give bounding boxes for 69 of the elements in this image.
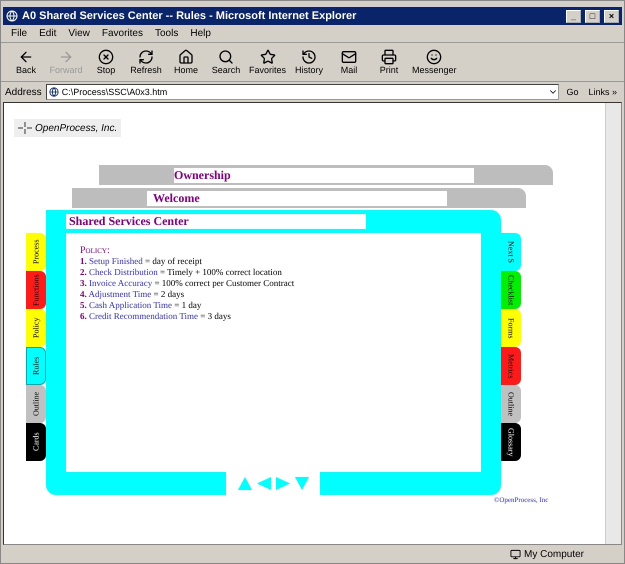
rule-line: 2. Check Distribution = Timely + 100% correct location [80, 267, 283, 278]
window-title: A0 Shared Services Center -- Rules - Microsoft Internet Explorer [22, 10, 358, 22]
page-title: Ownership [174, 168, 474, 182]
toolbar-button[interactable]: History [292, 49, 326, 75]
logo: OpenProcess, Inc. [14, 119, 122, 137]
frame-title: Shared Services Center [66, 214, 366, 229]
toolbar-button[interactable]: Print [372, 49, 406, 75]
side-tab[interactable]: Glossary [501, 423, 521, 461]
stop-icon [98, 49, 114, 65]
menu-item[interactable]: Edit [39, 28, 56, 39]
side-tab[interactable]: Forms [501, 309, 521, 347]
computer-icon [510, 548, 521, 560]
arrow-right-icon[interactable] [274, 476, 290, 491]
rule-line: 1. Setup Finished = day of receipt [80, 256, 203, 267]
rule-line: 4. Adjustment Time = 2 days [80, 289, 186, 300]
arrow-up-icon[interactable] [236, 476, 252, 491]
page-tab-bar[interactable]: Ownership [99, 165, 553, 185]
logo-icon [18, 122, 32, 134]
address-label: Address [5, 86, 42, 98]
menu-item[interactable]: Help [190, 28, 211, 39]
menu-item[interactable]: Tools [154, 28, 178, 39]
arrow-left-icon[interactable] [256, 476, 272, 491]
side-tab[interactable]: Policy [26, 309, 46, 347]
side-tab[interactable]: Process [26, 233, 46, 271]
history-icon [301, 49, 318, 65]
go-button[interactable]: Go [563, 87, 582, 97]
house-icon [178, 49, 194, 65]
links-button[interactable]: Links » [585, 87, 620, 97]
toolbar-button[interactable]: Back [9, 49, 43, 75]
side-tab[interactable]: Outline [26, 385, 46, 423]
menu-item[interactable]: Favorites [102, 28, 143, 39]
printer-icon [381, 49, 398, 65]
side-tab[interactable]: Next S [501, 233, 521, 271]
star-icon [260, 49, 276, 65]
scrollbar[interactable] [605, 103, 621, 544]
toolbar-button[interactable]: Search [209, 49, 243, 75]
address-field[interactable]: C:\Process\SSC\A0x3.htm [46, 84, 560, 100]
toolbar-button[interactable]: Favorites [249, 49, 286, 75]
side-tab[interactable]: Checklist [501, 271, 521, 309]
toolbar-button[interactable]: Home [169, 49, 203, 75]
side-tab[interactable]: Rules [26, 347, 46, 385]
side-tab[interactable]: Functions [26, 271, 46, 309]
menu-item[interactable]: File [11, 28, 28, 39]
window-control[interactable]: □ [585, 10, 600, 22]
arrow-right-icon [58, 49, 74, 65]
page-icon [48, 87, 59, 97]
toolbar-button[interactable]: Stop [89, 49, 123, 75]
smiley-icon [426, 49, 442, 65]
browser-icon [6, 10, 18, 22]
page-tab-bar[interactable]: Welcome [72, 188, 526, 208]
rule-line: 5. Cash Application Time = 1 day [80, 300, 202, 311]
window-control[interactable]: _ [566, 10, 581, 22]
side-tab[interactable]: Metrics [501, 347, 521, 385]
side-tab[interactable]: Outline [501, 385, 521, 423]
side-tab[interactable]: Cards [26, 423, 46, 461]
toolbar-button[interactable]: Mail [332, 49, 366, 75]
toolbar-button[interactable]: Refresh [129, 49, 163, 75]
window-control[interactable]: × [604, 10, 619, 22]
mail-icon [341, 49, 358, 65]
toolbar-button[interactable]: Messenger [412, 49, 457, 75]
rule-line: 6. Credit Recommendation Time = 3 days [80, 311, 232, 322]
search-icon [218, 49, 234, 65]
refresh-icon [138, 49, 154, 65]
rule-line: 3. Invoice Accuracy = 100% correct per Customer Contract [80, 278, 296, 289]
status-zone: My Computer [510, 548, 610, 560]
policy-heading: Policy: [80, 245, 111, 256]
arrow-down-icon[interactable] [294, 476, 310, 491]
menu-item[interactable]: View [68, 28, 90, 39]
page-title: Welcome [147, 190, 447, 206]
